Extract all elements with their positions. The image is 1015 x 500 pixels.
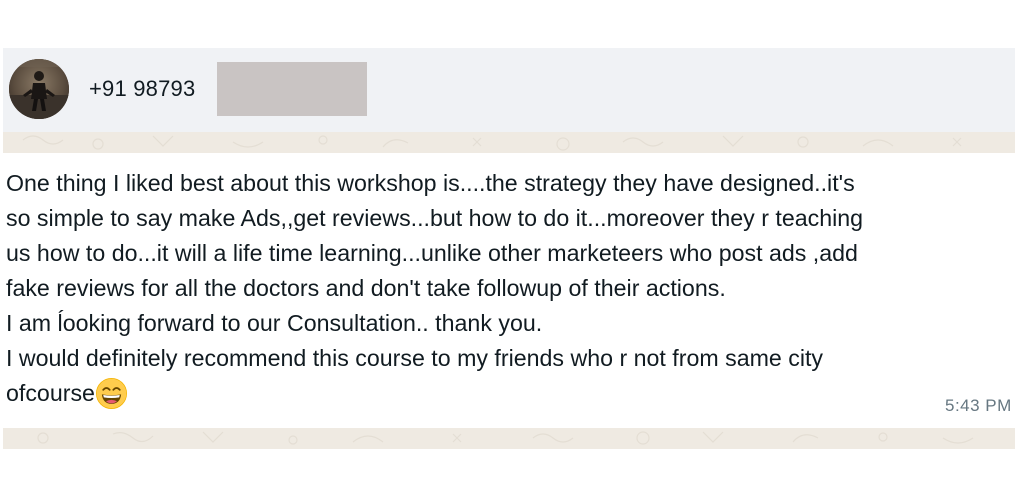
message-line: One thing I liked best about this worksh… [6,170,855,196]
chat-wallpaper-bottom [3,428,1015,449]
contact-photo-icon [9,59,69,119]
chat-wallpaper-top [3,132,1015,153]
redaction-box [217,62,367,116]
message-text: One thing I liked best about this worksh… [6,166,1015,411]
message-line: I am ĺooking forward to our Consultation… [6,310,543,336]
message-line: ofcourse [6,380,95,406]
message-line: us how to do...it will a life time learn… [6,240,858,266]
message-bubble[interactable]: One thing I liked best about this worksh… [3,153,1015,428]
chat-screenshot: +91 98793 One thing I liked best about t… [0,0,1015,500]
message-line: I would definitely recommend this course… [6,345,824,371]
contact-avatar[interactable] [9,59,69,119]
contact-number[interactable]: +91 98793 [89,76,195,102]
message-timestamp: 5:43 PM [945,396,1012,415]
message-line: so simple to say make Ads,,get reviews..… [6,205,864,231]
chat-header[interactable]: +91 98793 [3,48,1015,132]
message-line-last: ofcourse [6,376,1015,411]
message-line: fake reviews for all the doctors and don… [6,275,726,301]
grinning-face-with-smiling-eyes-emoji [95,378,127,409]
